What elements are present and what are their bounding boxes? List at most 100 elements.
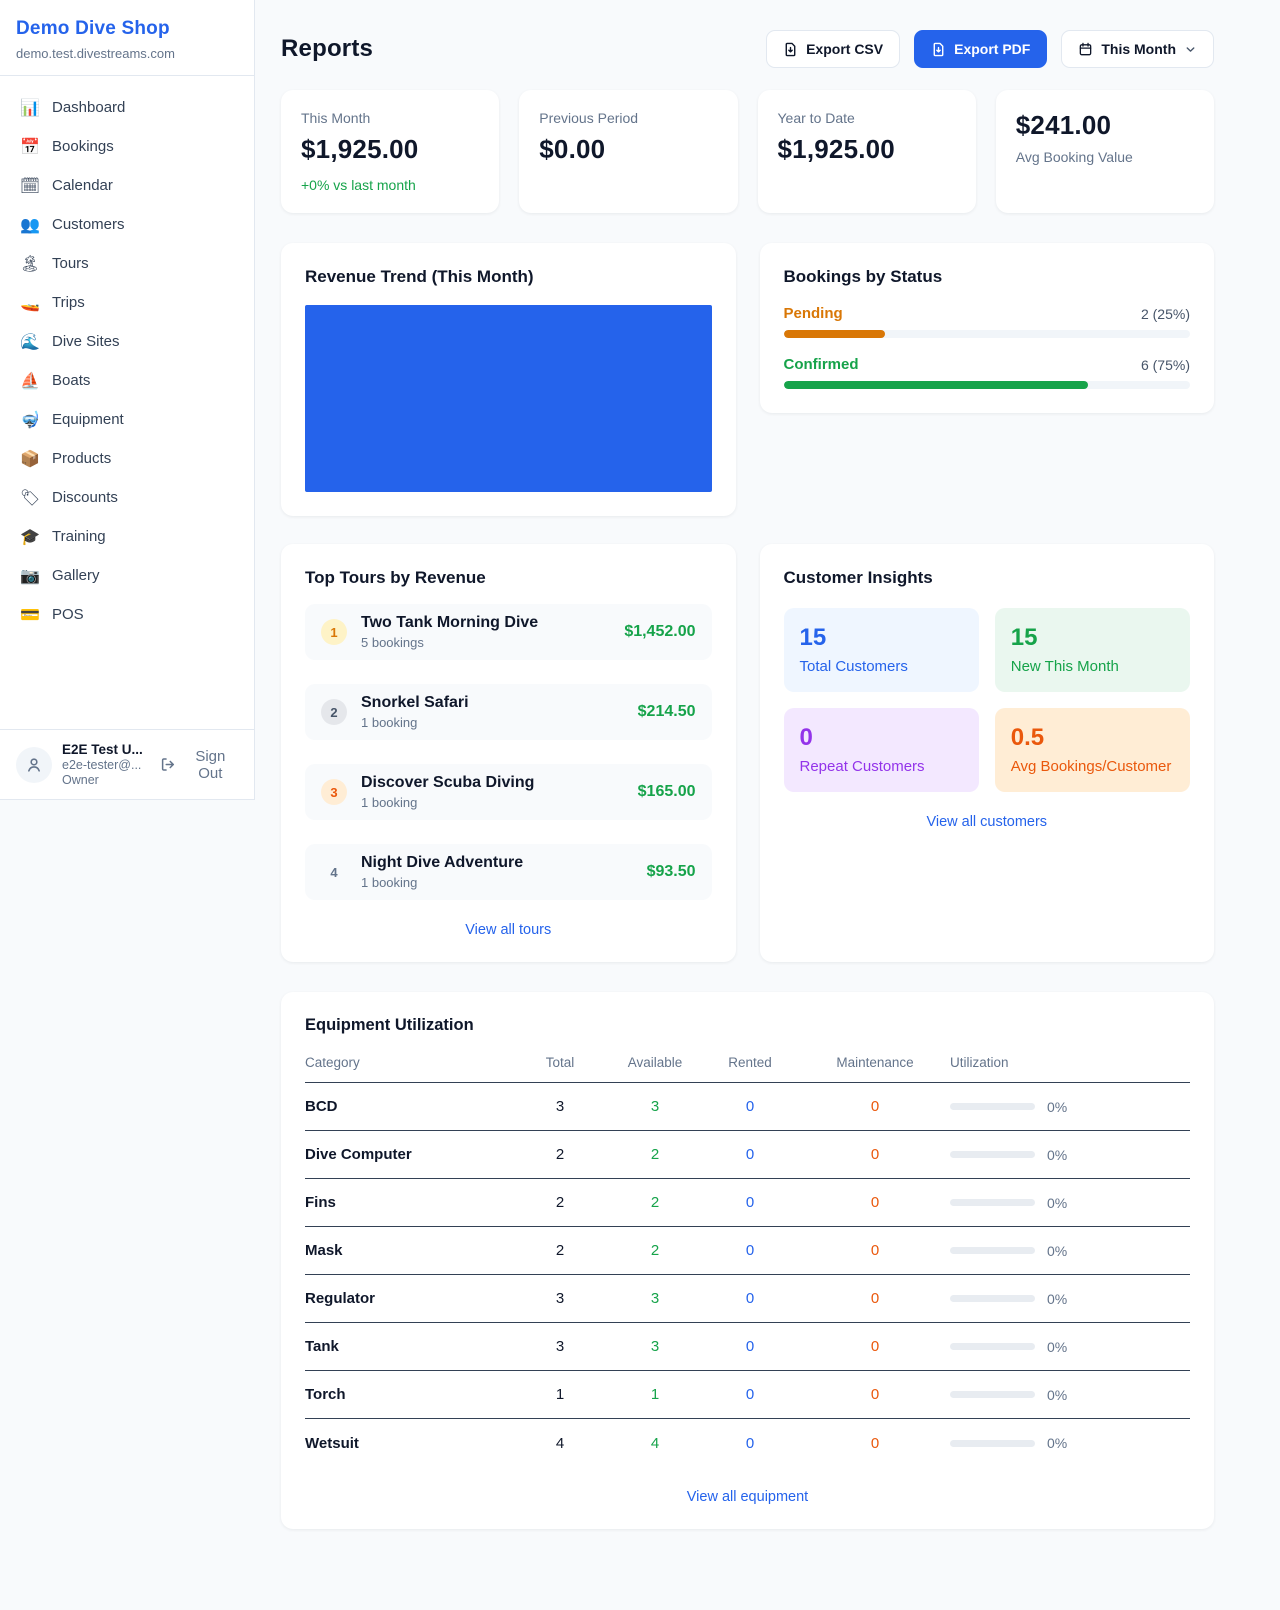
diving-mask-icon: 🤿 [18, 410, 42, 429]
rented-count: 0 [700, 1242, 800, 1259]
utilization-bar [950, 1440, 1035, 1447]
sidebar-item-dive-sites[interactable]: 🌊Dive Sites [8, 322, 246, 361]
table-row: Wetsuit 4 4 0 0 0% [305, 1419, 1190, 1467]
period-dropdown[interactable]: This Month [1061, 30, 1214, 68]
sidebar-item-tours[interactable]: 🏝Tours [8, 244, 246, 283]
sign-out-button[interactable]: Sign Out [160, 748, 238, 782]
revenue-trend-title: Revenue Trend (This Month) [305, 267, 712, 287]
utilization-percent: 0% [1047, 1195, 1067, 1211]
tour-row[interactable]: 3 Discover Scuba Diving1 booking $165.00 [305, 764, 712, 820]
bookings-calendar-icon: 📅 [18, 137, 42, 156]
sidebar-item-bookings[interactable]: 📅 Bookings [8, 127, 246, 166]
available-count: 3 [610, 1290, 700, 1307]
available-count: 4 [610, 1435, 700, 1452]
sidebar-item-trips[interactable]: 🚤Trips [8, 283, 246, 322]
table-row: Torch 1 1 0 0 0% [305, 1371, 1190, 1419]
status-count: 2 (25%) [1141, 306, 1190, 322]
sidebar-item-boats[interactable]: ⛵Boats [8, 361, 246, 400]
export-pdf-label: Export PDF [954, 41, 1030, 57]
status-label: Pending [784, 305, 843, 322]
sidebar-item-label: Training [52, 528, 106, 545]
view-all-customers-link[interactable]: View all customers [926, 814, 1047, 830]
tour-revenue: $93.50 [647, 863, 696, 881]
stat-label: Year to Date [778, 110, 956, 126]
maintenance-count: 0 [800, 1194, 950, 1211]
sidebar-item-label: Dive Sites [52, 333, 120, 350]
charts-row: Revenue Trend (This Month) Bookings by S… [281, 243, 1214, 516]
sidebar-item-label: Discounts [52, 489, 118, 506]
sidebar-item-training[interactable]: 🎓Training [8, 517, 246, 556]
total-count: 3 [510, 1098, 610, 1115]
tile-new-this-month: 15 New This Month [995, 608, 1190, 692]
available-count: 3 [610, 1098, 700, 1115]
sidebar-item-label: Bookings [52, 138, 114, 155]
tag-icon: 🏷 [18, 488, 42, 507]
page-title: Reports [281, 35, 373, 63]
rented-count: 0 [700, 1338, 800, 1355]
export-pdf-button[interactable]: Export PDF [914, 30, 1047, 68]
equipment-category: Wetsuit [305, 1435, 510, 1452]
available-count: 3 [610, 1338, 700, 1355]
progress-fill [784, 381, 1089, 389]
stat-value: $1,925.00 [778, 134, 956, 165]
stat-label: Previous Period [539, 110, 717, 126]
sidebar-item-discounts[interactable]: 🏷 Discounts [8, 478, 246, 517]
equipment-category: Tank [305, 1338, 510, 1355]
utilization-percent: 0% [1047, 1339, 1067, 1355]
sidebar-item-dashboard[interactable]: 📊Dashboard [8, 88, 246, 127]
total-count: 3 [510, 1290, 610, 1307]
table-row: Dive Computer 2 2 0 0 0% [305, 1131, 1190, 1179]
sidebar-item-pos[interactable]: 💳POS [8, 595, 246, 634]
utilization-bar [950, 1247, 1035, 1254]
top-tours-title: Top Tours by Revenue [305, 568, 712, 588]
tour-row[interactable]: 1 Two Tank Morning Dive5 bookings $1,452… [305, 604, 712, 660]
rented-count: 0 [700, 1146, 800, 1163]
revenue-trend-chart [305, 305, 712, 492]
equipment-category: BCD [305, 1098, 510, 1115]
sidebar: Demo Dive Shop demo.test.divestreams.com… [0, 0, 255, 800]
stat-this-month: This Month $1,925.00 +0% vs last month [281, 90, 499, 213]
speedboat-icon: 🚤 [18, 293, 42, 312]
rank-badge: 2 [321, 699, 347, 725]
stat-label: Avg Booking Value [1016, 149, 1194, 165]
table-row: Mask 2 2 0 0 0% [305, 1227, 1190, 1275]
view-all-tours-link[interactable]: View all tours [465, 922, 551, 938]
tour-revenue: $165.00 [638, 783, 696, 801]
maintenance-count: 0 [800, 1435, 950, 1452]
equipment-category: Torch [305, 1386, 510, 1403]
customer-insights-card: Customer Insights 15 Total Customers 15 … [760, 544, 1215, 962]
tour-row[interactable]: 2 Snorkel Safari1 booking $214.50 [305, 684, 712, 740]
sidebar-item-products[interactable]: 📦Products [8, 439, 246, 478]
status-label: Confirmed [784, 356, 859, 373]
sailboat-icon: ⛵ [18, 371, 42, 390]
view-all-equipment-link[interactable]: View all equipment [687, 1489, 808, 1505]
sidebar-item-equipment[interactable]: 🤿Equipment [8, 400, 246, 439]
tile-label: Avg Bookings/Customer [1011, 758, 1174, 775]
calendar-icon: 🗓 [18, 176, 42, 195]
tour-row[interactable]: 4 Night Dive Adventure1 booking $93.50 [305, 844, 712, 900]
sidebar-item-label: Products [52, 450, 111, 467]
sidebar-item-gallery[interactable]: 📷Gallery [8, 556, 246, 595]
sidebar-item-customers[interactable]: 👥Customers [8, 205, 246, 244]
equipment-category: Fins [305, 1194, 510, 1211]
rented-count: 0 [700, 1290, 800, 1307]
sign-out-icon [160, 756, 176, 773]
export-csv-button[interactable]: Export CSV [766, 30, 900, 68]
rank-badge: 3 [321, 779, 347, 805]
main-content: Reports Export CSV Export PDF This Month… [255, 0, 1280, 1569]
equipment-category: Regulator [305, 1290, 510, 1307]
tour-name: Night Dive Adventure [361, 854, 523, 871]
available-count: 2 [610, 1242, 700, 1259]
rented-count: 0 [700, 1098, 800, 1115]
shop-domain: demo.test.divestreams.com [16, 46, 238, 61]
status-row-pending: Pending 2 (25%) [784, 305, 1191, 338]
tour-name: Snorkel Safari [361, 694, 469, 711]
sidebar-item-calendar[interactable]: 🗓Calendar [8, 166, 246, 205]
insights-row: Top Tours by Revenue 1 Two Tank Morning … [281, 544, 1214, 962]
utilization-bar [950, 1295, 1035, 1302]
person-icon [25, 756, 43, 774]
equipment-category: Dive Computer [305, 1146, 510, 1163]
utilization-bar [950, 1343, 1035, 1350]
sidebar-item-label: POS [52, 606, 84, 623]
total-count: 2 [510, 1242, 610, 1259]
